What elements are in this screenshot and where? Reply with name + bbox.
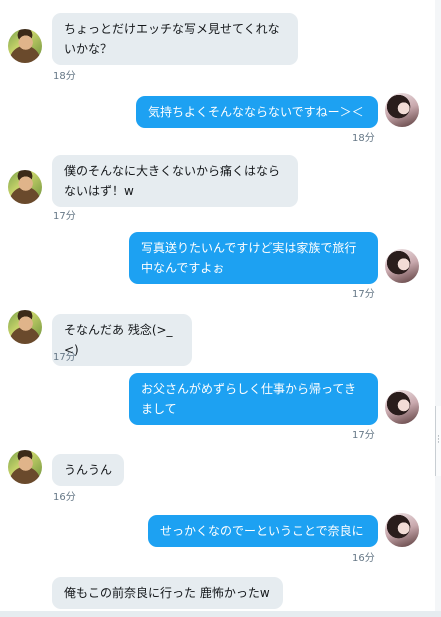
- message-bubble: 気持ちよくそんなならないですねー＞＜: [136, 96, 378, 128]
- message-timestamp: 16分: [53, 492, 76, 503]
- composer-edge: [0, 611, 441, 617]
- message-timestamp: 17分: [352, 430, 375, 441]
- message-bubble: せっかくなのでーということで奈良に: [148, 515, 378, 547]
- receiver-avatar[interactable]: [385, 93, 419, 127]
- scrollbar-thumb[interactable]: · · ·: [435, 406, 441, 476]
- message-timestamp: 18分: [352, 133, 375, 144]
- sender-avatar[interactable]: [8, 29, 42, 63]
- message-bubble: 俺もこの前奈良に行った 鹿怖かったw: [52, 577, 283, 609]
- sender-avatar[interactable]: [8, 450, 42, 484]
- message-bubble: 写真送りたいんですけど実は家族で旅行中なんですよぉ: [129, 232, 378, 284]
- sender-avatar[interactable]: [8, 310, 42, 344]
- message-bubble: 僕のそんなに大きくないから痛くはならないはず！w: [52, 155, 298, 207]
- message-timestamp: 17分: [352, 289, 375, 300]
- message-timestamp: 17分: [53, 211, 76, 222]
- message-timestamp: 16分: [352, 553, 375, 564]
- message-timestamp: 17分: [53, 352, 76, 363]
- sender-avatar[interactable]: [8, 170, 42, 204]
- message-timestamp: 18分: [53, 71, 76, 82]
- message-bubble: ちょっとだけエッチな写メ見せてくれないかな？: [52, 13, 298, 65]
- message-bubble: お父さんがめずらしく仕事から帰ってきまして: [129, 373, 378, 425]
- receiver-avatar[interactable]: [385, 390, 419, 424]
- grip-dots-icon: · · ·: [437, 432, 440, 448]
- message-bubble: うんうん: [52, 454, 124, 486]
- receiver-avatar[interactable]: [385, 249, 419, 283]
- scrollbar-track[interactable]: [435, 0, 441, 617]
- receiver-avatar[interactable]: [385, 513, 419, 547]
